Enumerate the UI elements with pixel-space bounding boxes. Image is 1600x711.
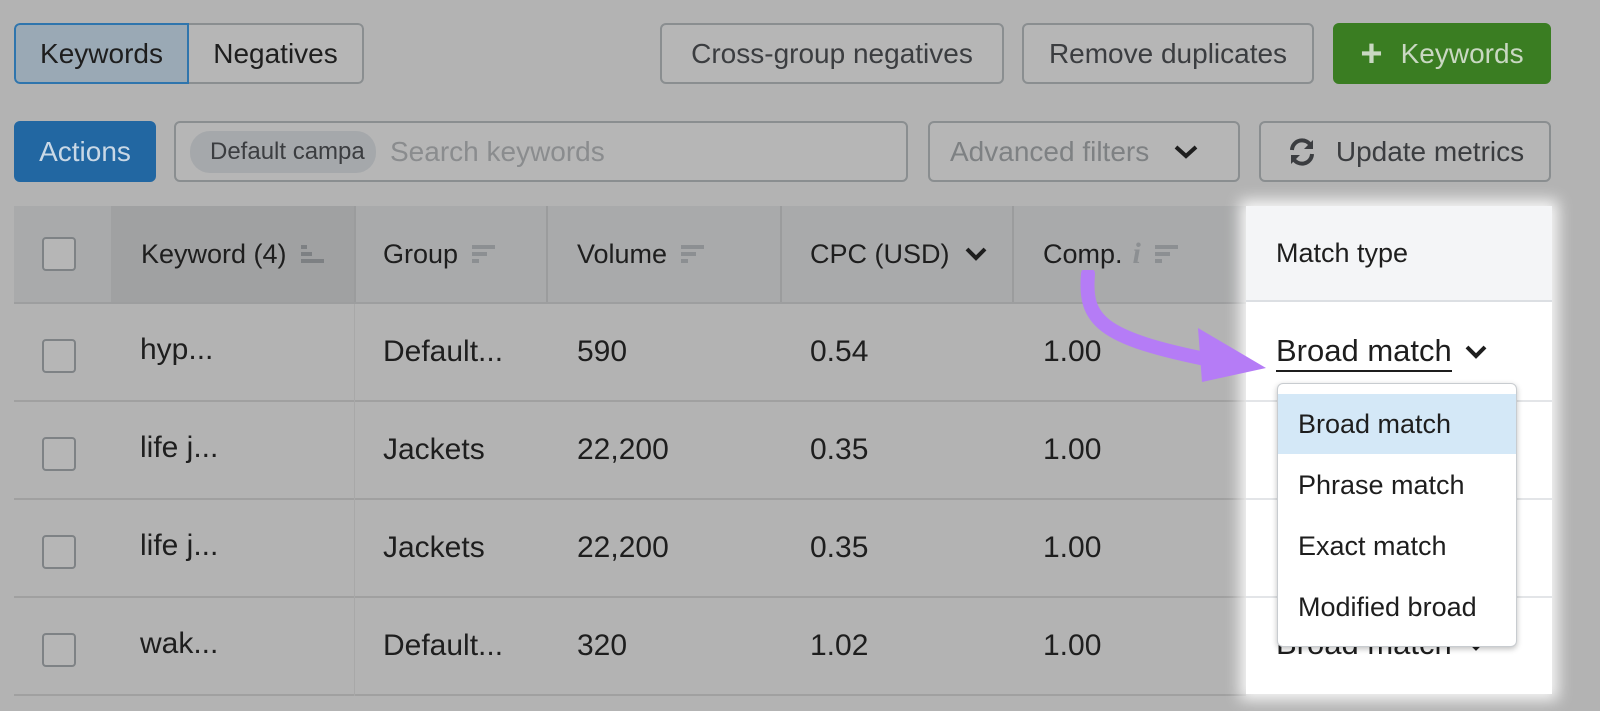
cpc-cell: 1.02 — [810, 629, 869, 662]
header-cpc[interactable]: CPC (USD) — [782, 206, 1012, 302]
row-checkbox[interactable] — [42, 339, 76, 373]
header-keyword-label: Keyword (4) — [141, 238, 287, 269]
select-all-checkbox[interactable] — [42, 237, 76, 271]
comp-cell: 1.00 — [1043, 531, 1102, 564]
sort-ascending-icon[interactable] — [300, 243, 325, 265]
row-checkbox[interactable] — [42, 437, 76, 471]
advanced-filters-label: Advanced filters — [950, 135, 1150, 167]
tab-negatives[interactable]: Negatives — [189, 23, 364, 84]
advanced-filters-dropdown[interactable]: Advanced filters — [928, 121, 1240, 182]
table-row: life j... Jackets 22,200 0.35 1.00 — [14, 500, 1246, 598]
header-match-type-label: Match type — [1276, 237, 1409, 268]
column-divider — [354, 304, 355, 696]
keyword-cell[interactable]: life j... — [140, 529, 218, 563]
header-volume[interactable]: Volume — [548, 206, 780, 302]
header-group-label: Group — [383, 238, 459, 269]
comp-cell: 1.00 — [1043, 629, 1102, 662]
header-cpc-label: CPC (USD) — [810, 238, 950, 269]
update-metrics-button[interactable]: Update metrics — [1259, 121, 1551, 182]
group-cell: Default... — [383, 335, 504, 368]
actions-button[interactable]: Actions — [14, 121, 156, 182]
group-cell: Jackets — [383, 433, 485, 466]
plus-icon: + — [1360, 32, 1383, 75]
add-keywords-button[interactable]: + Keywords — [1333, 23, 1551, 84]
cpc-cell: 0.35 — [810, 531, 869, 564]
table-row: life j... Jackets 22,200 0.35 1.00 — [14, 402, 1246, 500]
sort-icon[interactable] — [1154, 243, 1179, 265]
group-cell: Default... — [383, 629, 504, 662]
row-checkbox[interactable] — [42, 633, 76, 667]
comp-cell: 1.00 — [1043, 433, 1102, 466]
header-keyword[interactable]: Keyword (4) — [111, 206, 354, 302]
refresh-icon — [1289, 137, 1314, 166]
menu-option-exact-match[interactable]: Exact match — [1278, 516, 1516, 576]
table-row: wak... Default... 320 1.02 1.00 — [14, 598, 1246, 696]
remove-duplicates-button[interactable]: Remove duplicates — [1022, 23, 1314, 84]
chevron-down-icon — [1174, 145, 1198, 159]
header-volume-label: Volume — [577, 238, 668, 269]
header-select-all — [14, 206, 111, 302]
menu-option-phrase-match[interactable]: Phrase match — [1278, 455, 1516, 515]
sort-icon[interactable] — [472, 243, 496, 265]
campaign-filter-chip[interactable]: Default campa — [190, 130, 376, 173]
header-comp-label: Comp. — [1043, 238, 1123, 269]
keyword-cell[interactable]: wak... — [140, 627, 218, 661]
match-type-select[interactable]: Broad match — [1276, 332, 1488, 372]
cpc-cell: 0.54 — [810, 335, 869, 368]
volume-cell: 590 — [577, 335, 628, 368]
sort-icon[interactable] — [681, 243, 705, 265]
view-tabs: Keywords Negatives — [14, 23, 364, 84]
group-cell: Jackets — [383, 531, 485, 564]
add-keywords-label: Keywords — [1400, 37, 1524, 69]
header-match-type: Match type — [1246, 206, 1552, 302]
menu-option-modified-broad[interactable]: Modified broad — [1278, 577, 1516, 637]
table-row: hyp... Default... 590 0.54 1.00 — [14, 304, 1246, 402]
volume-cell: 22,200 — [577, 531, 669, 564]
keyword-cell[interactable]: hyp... — [140, 333, 213, 367]
chevron-down-icon[interactable] — [964, 246, 988, 262]
volume-cell: 22,200 — [577, 433, 669, 466]
chevron-down-icon — [1465, 345, 1487, 359]
header-group[interactable]: Group — [356, 206, 548, 302]
match-type-menu: Broad match Phrase match Exact match Mod… — [1277, 383, 1517, 647]
annotation-arrow-icon — [1080, 270, 1266, 382]
menu-option-broad-match[interactable]: Broad match — [1278, 394, 1516, 454]
keyword-cell[interactable]: life j... — [140, 431, 218, 465]
row-checkbox[interactable] — [42, 535, 76, 569]
match-type-value: Broad match — [1276, 332, 1452, 372]
tab-keywords[interactable]: Keywords — [14, 23, 189, 84]
update-metrics-label: Update metrics — [1335, 135, 1525, 167]
cpc-cell: 0.35 — [810, 433, 869, 466]
volume-cell: 320 — [577, 629, 628, 662]
info-icon[interactable]: i — [1133, 237, 1141, 271]
search-field[interactable]: Default campa — [174, 121, 908, 182]
search-input[interactable] — [388, 134, 892, 169]
cross-group-negatives-button[interactable]: Cross-group negatives — [660, 23, 1004, 84]
